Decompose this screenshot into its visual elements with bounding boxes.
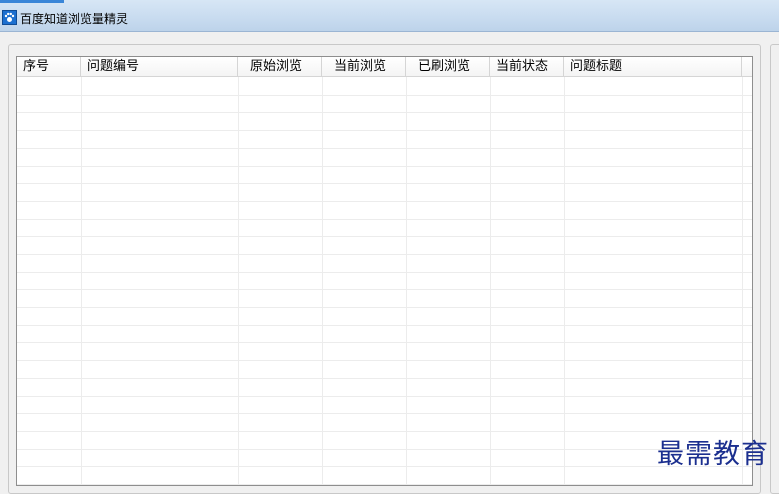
grid-row-line: [17, 95, 752, 96]
grid-row-line: [17, 449, 752, 450]
grid-column-line: [564, 77, 565, 485]
question-list[interactable]: 序号 问题编号 原始浏览 当前浏览 已刷浏览 当前状态 问题标题: [16, 56, 753, 486]
column-header-filler: [742, 57, 752, 76]
grid-row-line: [17, 484, 752, 485]
watermark: 最需教育: [657, 439, 769, 470]
column-header-question-id[interactable]: 问题编号: [81, 57, 238, 76]
title-accent: [0, 0, 64, 3]
paw-icon[interactable]: [2, 10, 17, 25]
grid-row-line: [17, 342, 752, 343]
grid-row-line: [17, 148, 752, 149]
grid-row-line: [17, 219, 752, 220]
column-header-refreshed-views[interactable]: 已刷浏览: [406, 57, 490, 76]
grid-row-line: [17, 378, 752, 379]
column-header-current-status[interactable]: 当前状态: [490, 57, 564, 76]
grid-row-line: [17, 289, 752, 290]
grid-row-line: [17, 325, 752, 326]
list-body[interactable]: [17, 77, 752, 485]
grid-column-line: [238, 77, 239, 485]
grid-row-line: [17, 183, 752, 184]
column-header-original-views[interactable]: 原始浏览: [238, 57, 322, 76]
list-header: 序号 问题编号 原始浏览 当前浏览 已刷浏览 当前状态 问题标题: [17, 57, 752, 77]
grid-row-line: [17, 112, 752, 113]
grid-row-line: [17, 236, 752, 237]
grid-row-line: [17, 130, 752, 131]
grid-column-line: [322, 77, 323, 485]
title-bar[interactable]: 百度知道浏览量精灵: [0, 0, 779, 32]
grid-row-line: [17, 272, 752, 273]
column-header-current-views[interactable]: 当前浏览: [322, 57, 406, 76]
column-header-question-title[interactable]: 问题标题: [564, 57, 742, 76]
window-title: 百度知道浏览量精灵: [20, 12, 129, 26]
column-header-index[interactable]: 序号: [17, 57, 81, 76]
grid-row-line: [17, 431, 752, 432]
grid-row-line: [17, 201, 752, 202]
grid-column-line: [406, 77, 407, 485]
paw-icon-glyph: [4, 12, 15, 22]
grid-row-line: [17, 413, 752, 414]
right-panel: [770, 44, 779, 494]
grid-column-line: [490, 77, 491, 485]
grid-row-line: [17, 254, 752, 255]
grid-column-line: [81, 77, 82, 485]
grid-row-line: [17, 466, 752, 467]
grid-row-line: [17, 396, 752, 397]
grid-column-line: [742, 77, 743, 485]
grid-row-line: [17, 166, 752, 167]
grid-row-line: [17, 307, 752, 308]
grid-row-line: [17, 360, 752, 361]
